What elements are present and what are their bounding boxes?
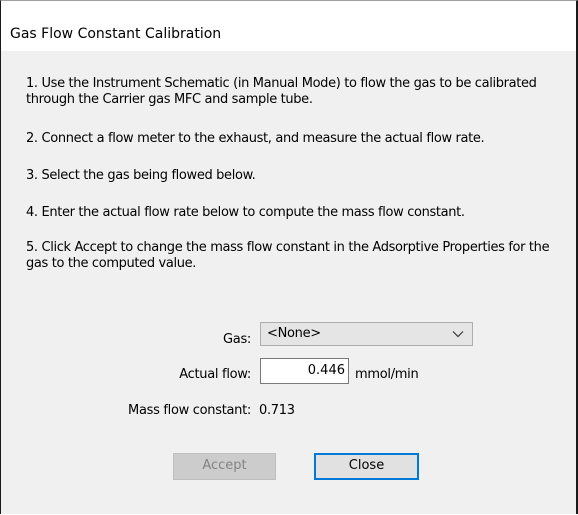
dialog-content: 1. Use the Instrument Schematic (in Manu…	[1, 51, 576, 515]
chevron-down-icon	[452, 331, 464, 338]
instruction-step-2: 2. Connect a flow meter to the exhaust, …	[26, 131, 485, 146]
instruction-step-1: 1. Use the Instrument Schematic (in Manu…	[26, 76, 537, 107]
gas-select[interactable]: <None>	[260, 322, 473, 346]
instruction-step-4: 4. Enter the actual flow rate below to c…	[26, 205, 465, 220]
mass-flow-constant-label: Mass flow constant:	[128, 403, 251, 418]
actual-flow-label: Actual flow:	[179, 367, 251, 382]
dialog-title: Gas Flow Constant Calibration	[10, 26, 222, 42]
actual-flow-unit: mmol/min	[355, 367, 419, 382]
actual-flow-input[interactable]: 0.446	[260, 358, 349, 384]
actual-flow-value: 0.446	[307, 363, 345, 378]
instruction-step-5: 5. Click Accept to change the mass flow …	[26, 240, 550, 271]
accept-button[interactable]: Accept	[173, 453, 276, 480]
close-button[interactable]: Close	[314, 453, 419, 480]
gas-flow-calibration-dialog: Gas Flow Constant Calibration 1. Use the…	[0, 0, 578, 514]
gas-select-value: <None>	[267, 326, 321, 341]
gas-label: Gas:	[223, 332, 251, 347]
mass-flow-constant-value: 0.713	[259, 403, 295, 418]
instruction-step-3: 3. Select the gas being flowed below.	[26, 168, 256, 183]
dialog-title-bar[interactable]: Gas Flow Constant Calibration	[1, 1, 576, 51]
